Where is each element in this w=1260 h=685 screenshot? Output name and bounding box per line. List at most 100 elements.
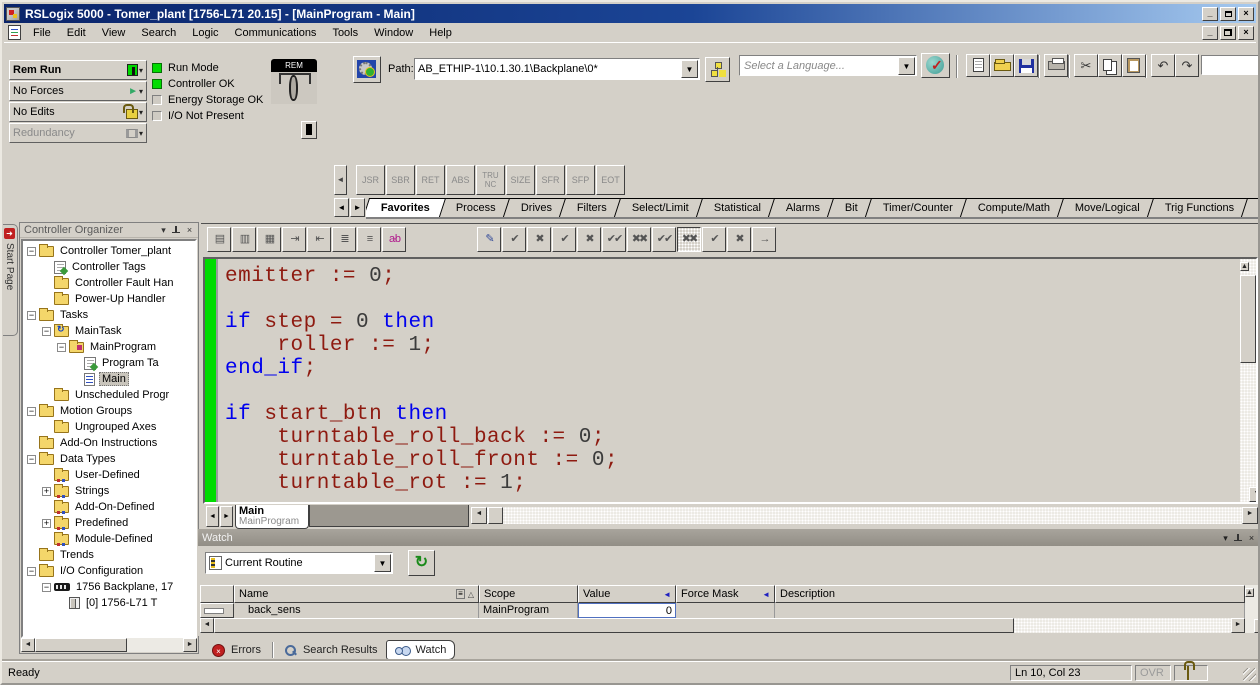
st-tool-button-axb[interactable]: a·b: [382, 227, 406, 252]
organizer-hscrollbar[interactable]: ◄ ►: [21, 638, 197, 652]
child-close-button[interactable]: ×: [1238, 26, 1254, 40]
menu-logic[interactable]: Logic: [184, 24, 226, 42]
tree-item-motion-groups[interactable]: −Motion Groups: [23, 403, 195, 419]
instruction-abs-button[interactable]: ABS: [446, 165, 475, 195]
tree-item-data-types[interactable]: −Data Types: [23, 451, 195, 467]
palette-tab-favorites[interactable]: Favorites: [366, 198, 446, 217]
editor-vscrollbar[interactable]: ▲ ▼: [1240, 259, 1256, 502]
palette-tab-compute-math[interactable]: Compute/Math: [960, 198, 1065, 217]
watch-cell-name[interactable]: back_sens: [234, 603, 479, 618]
menu-view[interactable]: View: [94, 24, 134, 42]
st-tool-button-x[interactable]: →: [752, 227, 776, 252]
scroll-track[interactable]: [1014, 618, 1231, 633]
menu-help[interactable]: Help: [421, 24, 460, 42]
scroll-up-icon[interactable]: ▲: [1240, 262, 1249, 271]
scroll-right-icon[interactable]: ►: [1231, 618, 1245, 633]
tree-expander-icon[interactable]: −: [42, 327, 51, 336]
routine-tab-main[interactable]: Main MainProgram: [235, 505, 309, 529]
tree-item-module-defined[interactable]: Module-Defined: [23, 531, 195, 547]
maximize-button[interactable]: [1220, 7, 1236, 21]
filter-icon[interactable]: △: [468, 590, 474, 599]
forces-dropdown-icon[interactable]: ▾: [139, 87, 143, 96]
resize-grip[interactable]: [1243, 668, 1256, 681]
processor-mini-button[interactable]: [301, 121, 317, 139]
instruction-jsr-button[interactable]: JSR: [356, 165, 385, 195]
tree-item-main[interactable]: Main: [23, 371, 195, 387]
instruction-eot-button[interactable]: EOT: [596, 165, 625, 195]
st-tool-button-x[interactable]: ▥: [232, 227, 256, 252]
st-tool-button-x[interactable]: ▦: [257, 227, 281, 252]
watch-scope-combobox[interactable]: Current Routine ▼: [205, 552, 393, 574]
tree-item-unscheduled-progr[interactable]: Unscheduled Progr: [23, 387, 195, 403]
st-tool-button-x[interactable]: ✖: [577, 227, 601, 252]
instruction-sfr-button[interactable]: SFR: [536, 165, 565, 195]
comms-path-button[interactable]: [353, 56, 381, 83]
routine-tab-left-button[interactable]: ◄: [206, 506, 219, 527]
st-tool-button-x[interactable]: ≡: [357, 227, 381, 252]
palette-tab-process[interactable]: Process: [438, 198, 511, 217]
st-tool-button-x[interactable]: ▤: [207, 227, 231, 252]
save-button[interactable]: [1014, 54, 1038, 77]
tree-expander-icon[interactable]: −: [57, 343, 66, 352]
row-selector[interactable]: [200, 603, 234, 618]
tree-item-i-o-configuration[interactable]: −I/O Configuration: [23, 563, 195, 579]
menu-tools[interactable]: Tools: [324, 24, 366, 42]
palette-tab-drives[interactable]: Drives: [503, 198, 567, 217]
palette-tab-trig-functions[interactable]: Trig Functions: [1147, 198, 1249, 217]
tree-item-predefined[interactable]: +Predefined: [23, 515, 195, 531]
app-icon[interactable]: [6, 7, 20, 21]
undo-button[interactable]: ↶: [1151, 54, 1175, 77]
palette-tab-statistical[interactable]: Statistical: [696, 198, 776, 217]
scroll-thumb[interactable]: [488, 507, 503, 524]
organizer-close-icon[interactable]: ×: [183, 224, 196, 236]
st-tool-button-x[interactable]: ✎: [477, 227, 501, 252]
scroll-thumb[interactable]: [1240, 275, 1256, 363]
who-active-button[interactable]: [705, 57, 730, 82]
bottom-tab-watch[interactable]: Watch: [386, 640, 456, 660]
menu-search[interactable]: Search: [133, 24, 184, 42]
element-search-box[interactable]: [1201, 55, 1259, 75]
palette-tab-select-limit[interactable]: Select/Limit: [614, 198, 704, 217]
scroll-left-icon[interactable]: ◄: [21, 638, 35, 652]
tree-item-controller-tomer-plant[interactable]: −Controller Tomer_plant: [23, 243, 195, 259]
st-tool-button-xx[interactable]: ✖✖: [677, 227, 701, 252]
st-tool-button-x[interactable]: ⇥: [282, 227, 306, 252]
scroll-thumb[interactable]: [214, 618, 1014, 633]
edits-dropdown-icon[interactable]: ▾: [139, 108, 143, 117]
watch-refresh-button[interactable]: ↻: [408, 550, 435, 576]
tree-item-program-ta[interactable]: Program Ta: [23, 355, 195, 371]
st-tool-button-x[interactable]: ✔: [502, 227, 526, 252]
tabs-scroll-right-button[interactable]: ►: [350, 198, 365, 217]
edits-button[interactable]: No Edits ▾: [9, 102, 147, 122]
palette-tab-move-logical[interactable]: Move/Logical: [1057, 198, 1155, 217]
minimize-button[interactable]: _: [1202, 7, 1218, 21]
tree-item-add-on-instructions[interactable]: Add-On Instructions: [23, 435, 195, 451]
tree-expander-icon[interactable]: −: [27, 407, 36, 416]
scroll-left-icon[interactable]: ◄: [471, 507, 487, 524]
scroll-up-icon[interactable]: ▲: [1245, 588, 1254, 597]
new-button[interactable]: [966, 54, 990, 77]
tree-item-1756-backplane-17[interactable]: −1756 Backplane, 17: [23, 579, 195, 595]
copy-button[interactable]: [1098, 54, 1122, 77]
scroll-right-icon[interactable]: ►: [183, 638, 197, 652]
organizer-pin-icon[interactable]: [170, 224, 183, 236]
watch-cell-force-mask[interactable]: [676, 603, 775, 618]
watch-cell-value[interactable]: 0: [578, 603, 676, 618]
cut-button[interactable]: ✂: [1074, 54, 1098, 77]
redo-button[interactable]: ↷: [1175, 54, 1199, 77]
bottom-tab-errors[interactable]: ×Errors: [204, 641, 269, 660]
print-button[interactable]: [1044, 54, 1068, 77]
st-tool-button-x[interactable]: ≣: [332, 227, 356, 252]
st-tool-button-xx[interactable]: ✖✖: [627, 227, 651, 252]
tabs-scroll-left-button[interactable]: ◄: [334, 198, 349, 217]
palette-tab-alarms[interactable]: Alarms: [768, 198, 835, 217]
scroll-track[interactable]: [127, 638, 183, 652]
tree-item-add-on-defined[interactable]: Add-On-Defined: [23, 499, 195, 515]
organizer-header[interactable]: Controller Organizer ▾ ×: [20, 223, 198, 238]
watch-hscrollbar[interactable]: ◄ ►: [200, 618, 1245, 633]
menu-communications[interactable]: Communications: [227, 24, 325, 42]
tree-expander-icon[interactable]: +: [42, 519, 51, 528]
bottom-tab-search-results[interactable]: Search Results: [276, 641, 386, 660]
tree-expander-icon[interactable]: +: [42, 487, 51, 496]
instruction-sfp-button[interactable]: SFP: [566, 165, 595, 195]
